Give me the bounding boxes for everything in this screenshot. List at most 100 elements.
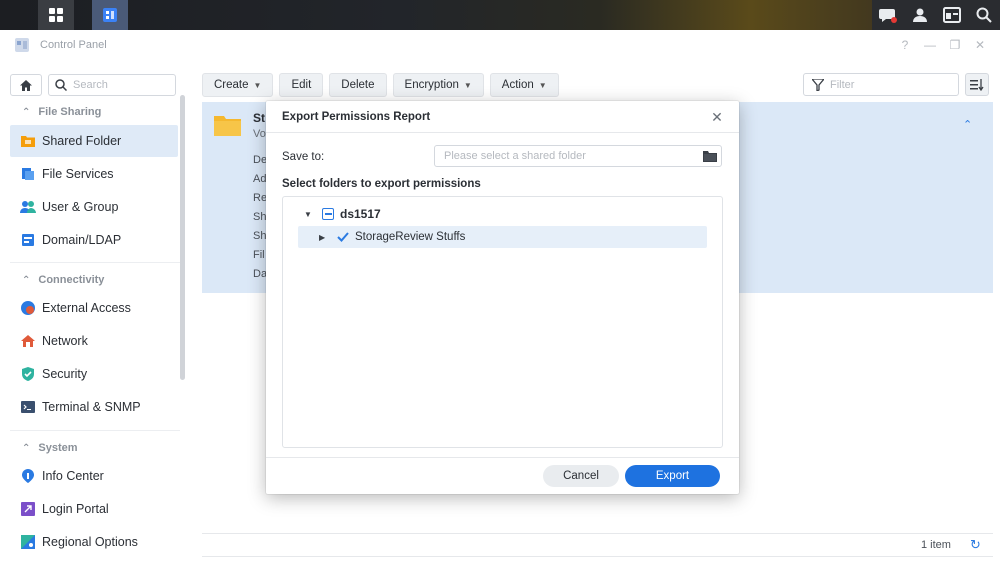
shield-icon (20, 366, 36, 382)
sidebar-item-terminal-snmp[interactable]: Terminal & SNMP (10, 391, 178, 423)
search-icon (55, 79, 67, 91)
sidebar-item-label: External Access (42, 301, 131, 315)
tree-node-label: ds1517 (340, 207, 381, 221)
chevron-up-icon: ⌃ (22, 106, 31, 118)
folder-attr: Sh (253, 211, 267, 223)
sidebar-item-label: Login Portal (42, 502, 109, 516)
sidebar-item-label: Terminal & SNMP (42, 400, 141, 414)
item-count: 1 item (921, 539, 951, 551)
folder-attr: Ad (253, 173, 267, 185)
delete-button[interactable]: Delete (329, 73, 387, 97)
sidebar-item-label: User & Group (42, 200, 119, 214)
checked-checkbox[interactable] (337, 231, 349, 243)
sidebar-item-info-center[interactable]: Info Center (10, 460, 178, 492)
restore-icon[interactable]: ❐ (947, 37, 963, 53)
sidebar-item-file-services[interactable]: File Services (10, 158, 178, 190)
export-button[interactable]: Export (625, 465, 720, 487)
regional-options-icon (20, 534, 36, 550)
sidebar-item-shared-folder[interactable]: Shared Folder (10, 125, 178, 157)
dialog-title: Export Permissions Report (282, 111, 431, 123)
refresh-icon[interactable]: ↻ (970, 537, 981, 553)
expand-down-icon[interactable]: ▼ (304, 210, 314, 219)
edit-label: Edit (291, 79, 312, 91)
section-label: System (38, 442, 78, 454)
sidebar-divider (10, 262, 180, 263)
filter-input[interactable]: Filter (803, 73, 959, 96)
search-button[interactable] (968, 0, 1000, 30)
chevron-up-icon: ⌃ (22, 442, 31, 454)
minimize-icon[interactable]: — (922, 37, 938, 53)
control-panel-taskbar-button[interactable] (92, 0, 128, 30)
user-menu-button[interactable] (904, 0, 936, 30)
create-label: Create (214, 79, 249, 91)
select-folders-label: Select folders to export permissions (282, 178, 481, 190)
section-connectivity[interactable]: ⌃ Connectivity (22, 274, 104, 286)
grid-icon (49, 8, 63, 22)
tree-node-label: StorageReview Stuffs (355, 231, 466, 243)
folder-browse-icon[interactable] (703, 149, 717, 163)
encryption-label: Encryption (404, 79, 459, 91)
check-icon (337, 232, 349, 242)
sidebar-item-label: Network (42, 334, 88, 348)
sidebar-item-user-group[interactable]: User & Group (10, 191, 178, 223)
help-icon[interactable]: ? (897, 37, 913, 53)
sidebar-item-regional-options[interactable]: Regional Options (10, 526, 178, 558)
edit-button[interactable]: Edit (279, 73, 324, 97)
home-button[interactable] (10, 74, 42, 96)
section-system[interactable]: ⌃ System (22, 442, 78, 454)
folder-attr: Sh (253, 230, 267, 242)
sidebar-item-login-portal[interactable]: Login Portal (10, 493, 178, 525)
folder-attr: De (253, 154, 268, 166)
external-access-icon (20, 300, 36, 316)
main-menu-button[interactable] (38, 0, 74, 30)
folder-name: St (253, 111, 265, 125)
close-icon[interactable]: ✕ (972, 37, 988, 53)
expand-right-icon[interactable]: ▶ (319, 233, 329, 242)
caret-down-icon: ▼ (253, 80, 262, 90)
widgets-icon (943, 7, 961, 23)
shared-folder-icon (20, 133, 36, 149)
folder-icon (214, 116, 241, 136)
folder-attr: Da (253, 268, 268, 280)
sidebar-item-security[interactable]: Security (10, 358, 178, 390)
network-icon (20, 333, 36, 349)
control-panel-icon (15, 38, 29, 52)
sidebar-item-label: Info Center (42, 469, 104, 483)
action-label: Action (501, 79, 534, 91)
save-to-label: Save to: (282, 151, 325, 163)
sort-button[interactable] (965, 73, 989, 96)
action-button[interactable]: Action ▼ (489, 73, 559, 97)
encryption-button[interactable]: Encryption ▼ (392, 73, 484, 97)
partial-checkbox[interactable] (322, 208, 334, 220)
chevron-up-icon[interactable]: ⌃ (963, 118, 972, 131)
cancel-button[interactable]: Cancel (543, 465, 619, 487)
section-label: Connectivity (38, 274, 105, 286)
tree-node-child[interactable]: ▶ StorageReview Stuffs (298, 226, 707, 248)
window-title: Control Panel (40, 39, 107, 51)
control-panel-icon (103, 8, 117, 22)
filter-icon (812, 78, 824, 91)
notifications-button[interactable] (872, 0, 904, 30)
login-portal-icon (20, 501, 36, 517)
sidebar-search-input[interactable]: Search (48, 74, 176, 96)
filter-placeholder: Filter (830, 78, 855, 91)
sort-icon (970, 78, 984, 91)
dialog-divider (266, 457, 739, 458)
sidebar-item-network[interactable]: Network (10, 325, 178, 357)
widgets-button[interactable] (936, 0, 968, 30)
user-icon (913, 8, 927, 22)
close-icon[interactable]: ✕ (709, 109, 725, 125)
sidebar-item-domain-ldap[interactable]: Domain/LDAP (10, 224, 178, 256)
sidebar-item-external-access[interactable]: External Access (10, 292, 178, 324)
chevron-up-icon: ⌃ (22, 274, 31, 286)
file-services-icon (20, 166, 36, 182)
section-label: File Sharing (38, 106, 102, 118)
sidebar-item-label: Security (42, 367, 88, 381)
section-file-sharing[interactable]: ⌃ File Sharing (22, 106, 101, 118)
create-button[interactable]: Create ▼ (202, 73, 274, 97)
chat-notification-icon (879, 9, 897, 23)
sidebar-scrollbar[interactable] (180, 95, 185, 380)
sidebar-divider (10, 430, 180, 431)
save-to-field[interactable]: Please select a shared folder (434, 145, 722, 167)
tree-node-root[interactable]: ▼ ds1517 (304, 204, 381, 224)
